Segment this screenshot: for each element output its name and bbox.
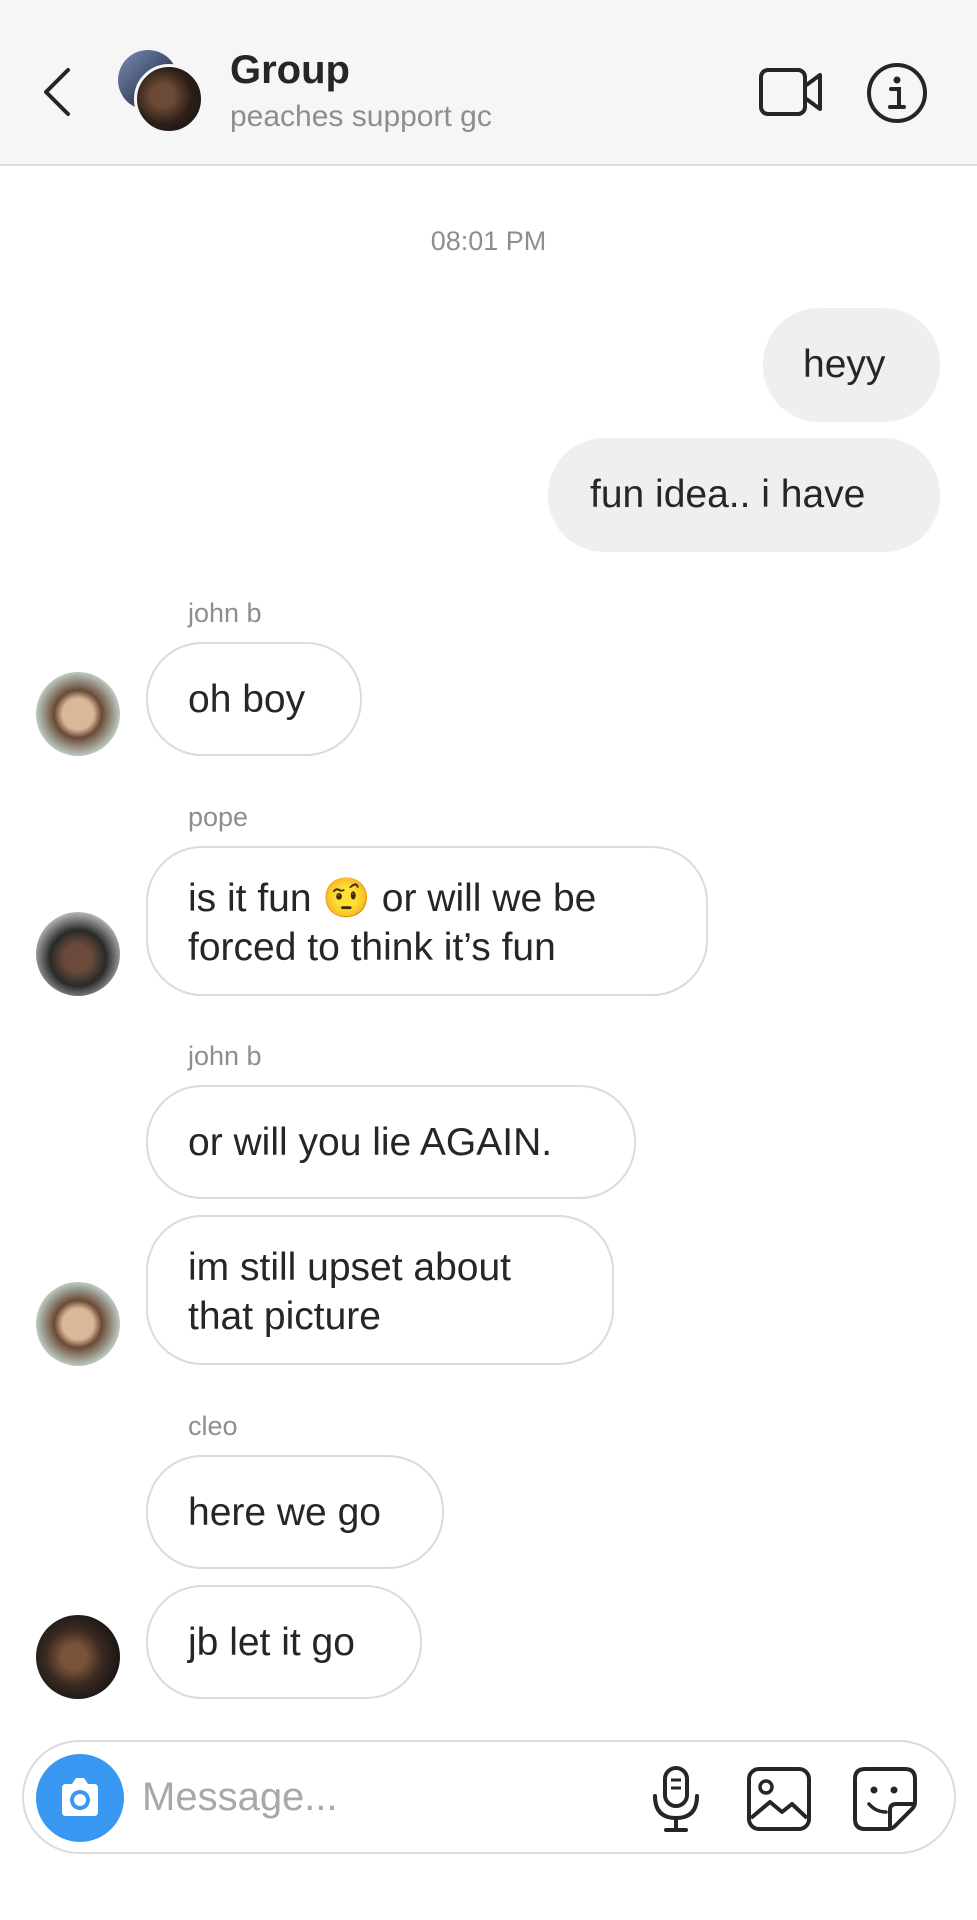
message-text: here we go <box>188 1491 381 1534</box>
sender-name: pope <box>188 802 249 832</box>
message-text-line: is it fun 🤨 or will we be <box>188 877 597 920</box>
incoming-message[interactable]: jb let it go <box>146 1585 422 1699</box>
voice-message-button[interactable] <box>648 1764 704 1834</box>
video-call-button[interactable] <box>758 66 824 118</box>
sticker-button[interactable] <box>852 1766 918 1832</box>
incoming-message[interactable]: oh boy <box>146 642 362 756</box>
message-text: fun idea.. i have <box>590 473 866 516</box>
incoming-message[interactable]: im still upset about that picture <box>146 1215 614 1365</box>
message-text-line: im still upset about <box>188 1246 511 1289</box>
incoming-message[interactable]: is it fun 🤨 or will we be forced to thin… <box>146 846 708 996</box>
message-text-line: that picture <box>188 1295 381 1338</box>
info-icon <box>867 63 927 123</box>
sender-avatar[interactable] <box>36 912 120 996</box>
info-button[interactable] <box>866 62 928 124</box>
message-text: jb let it go <box>188 1621 355 1664</box>
conversation-subtitle[interactable]: peaches support gc <box>230 100 492 134</box>
sender-name: john b <box>188 1041 262 1071</box>
sticker-icon <box>853 1767 917 1831</box>
incoming-message[interactable]: here we go <box>146 1455 444 1569</box>
incoming-message[interactable]: or will you lie AGAIN. <box>146 1085 636 1199</box>
message-text-line: forced to think it’s fun <box>188 926 556 969</box>
chevron-left-icon <box>44 68 70 116</box>
gallery-icon <box>747 1767 811 1831</box>
conversation-title[interactable]: Group <box>230 48 350 93</box>
message-timestamp: 08:01 PM <box>430 226 547 256</box>
sender-avatar[interactable] <box>36 1615 120 1699</box>
microphone-icon <box>653 1766 699 1832</box>
sender-avatar[interactable] <box>36 1282 120 1366</box>
outgoing-message[interactable]: heyy <box>763 308 940 422</box>
group-avatar[interactable] <box>118 50 208 136</box>
camera-button[interactable] <box>36 1754 124 1842</box>
message-composer <box>22 1740 956 1854</box>
sender-name: cleo <box>188 1411 238 1441</box>
sender-avatar[interactable] <box>36 672 120 756</box>
sender-name: john b <box>188 598 262 628</box>
back-button[interactable] <box>38 62 78 122</box>
gallery-button[interactable] <box>746 1766 812 1832</box>
camera-icon <box>62 1778 98 1816</box>
video-camera-icon <box>759 68 822 116</box>
group-avatar-primary <box>134 64 204 134</box>
message-input[interactable] <box>142 1764 622 1830</box>
chat-header: Group peaches support gc <box>0 0 977 166</box>
message-text: heyy <box>803 343 886 386</box>
outgoing-message[interactable]: fun idea.. i have <box>548 438 940 552</box>
message-text: oh boy <box>188 678 306 721</box>
message-text: or will you lie AGAIN. <box>188 1121 553 1164</box>
